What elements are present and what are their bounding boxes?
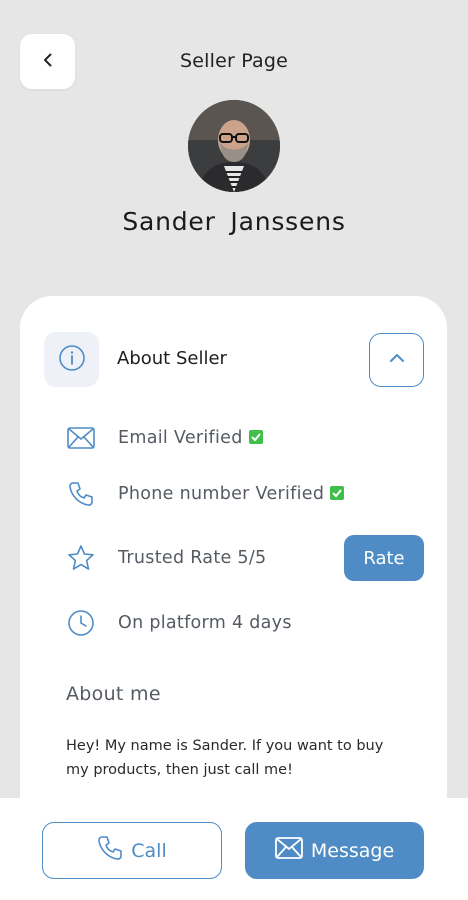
info-icon [58,344,86,376]
rate-button[interactable]: Rate [344,535,424,581]
bottom-action-bar: Call Message [0,798,468,900]
phone-icon [97,835,131,866]
phone-verified-row: Phone number Verified [66,479,345,509]
message-label: Message [310,839,395,862]
clock-icon [66,608,96,638]
mail-icon [274,837,311,864]
about-icon-box [44,332,99,387]
trusted-rate-row: Trusted Rate 5/5 [66,543,266,573]
seller-name: Sander Janssens [122,207,346,236]
platform-age-label: On platform 4 days [118,613,292,633]
avatar [188,100,280,192]
about-seller-card: About Seller Email Verified Phone number… [20,296,447,856]
star-icon [66,543,96,573]
call-label: Call [131,839,167,862]
phone-verified-label: Phone number Verified [118,484,325,504]
phone-icon [66,479,96,509]
platform-age-row: On platform 4 days [66,608,292,638]
about-seller-title: About Seller [117,348,227,369]
message-button[interactable]: Message [245,822,424,879]
mail-icon [66,423,96,453]
email-verified-row: Email Verified [66,423,263,453]
trusted-rate-label: Trusted Rate 5/5 [118,548,267,568]
about-me-text: Hey! My name is Sander. If you want to b… [66,738,384,778]
chevron-up-icon [388,349,406,371]
check-icon [248,430,263,444]
call-button[interactable]: Call [42,822,222,879]
about-me-title: About me [66,683,161,705]
collapse-button[interactable] [369,333,424,387]
check-icon [330,486,345,500]
email-verified-label: Email Verified [118,428,243,448]
page-title: Seller Page [179,50,289,72]
